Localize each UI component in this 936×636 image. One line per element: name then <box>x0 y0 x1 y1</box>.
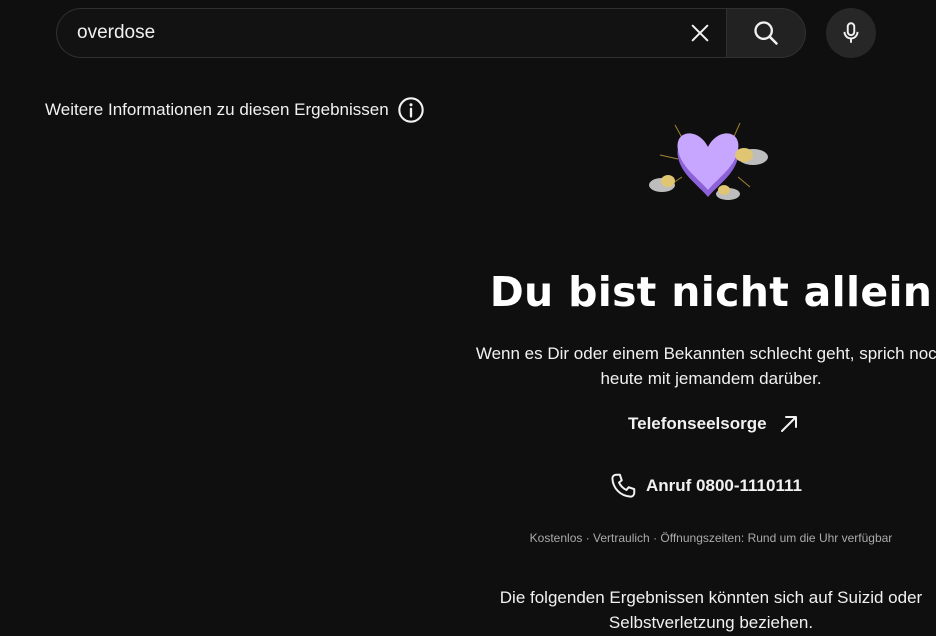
close-icon <box>691 24 709 42</box>
disclaimer-line: Die folgenden Ergebnissen könnten sich a… <box>499 588 923 607</box>
crisis-message-line: heute mit jemandem darüber. <box>600 369 822 388</box>
voice-search-button[interactable] <box>826 8 876 58</box>
search-icon <box>754 21 778 45</box>
results-disclaimer: Die folgenden Ergebnissen könnten sich a… <box>470 585 936 635</box>
call-hotline-label: Anruf 0800-1110111 <box>646 476 802 495</box>
search-results-page: Weitere Informationen zu diesen Ergebnis… <box>0 0 936 636</box>
search-box <box>56 8 726 58</box>
external-link-arrow-icon <box>780 416 797 432</box>
crisis-panel-message: Wenn es Dir oder einem Bekannten schlech… <box>470 341 936 391</box>
phone-icon <box>611 473 636 498</box>
call-hotline-button[interactable]: Anruf 0800-1110111 <box>608 471 802 501</box>
heart-clouds-illustration <box>649 122 768 200</box>
crisis-message-line: Wenn es Dir oder einem Bekannten schlech… <box>475 344 936 363</box>
disclaimer-line: Selbstverletzung beziehen. <box>608 613 814 632</box>
results-info-label: Weitere Informationen zu diesen Ergebnis… <box>45 100 389 119</box>
microphone-icon <box>843 22 859 43</box>
crisis-panel-title: Du bist nicht allein <box>489 268 933 316</box>
clear-search-button[interactable] <box>678 11 722 55</box>
hotline-link[interactable]: Telefonseelsorge <box>628 412 801 436</box>
hotline-availability: Kostenlos · Vertraulich · Öffnungszeiten… <box>529 531 893 545</box>
info-icon[interactable] <box>397 96 425 124</box>
results-info-row: Weitere Informationen zu diesen Ergebnis… <box>45 96 425 124</box>
hotline-link-label: Telefonseelsorge <box>628 414 767 433</box>
search-button[interactable] <box>726 8 806 58</box>
search-input[interactable] <box>57 9 678 57</box>
